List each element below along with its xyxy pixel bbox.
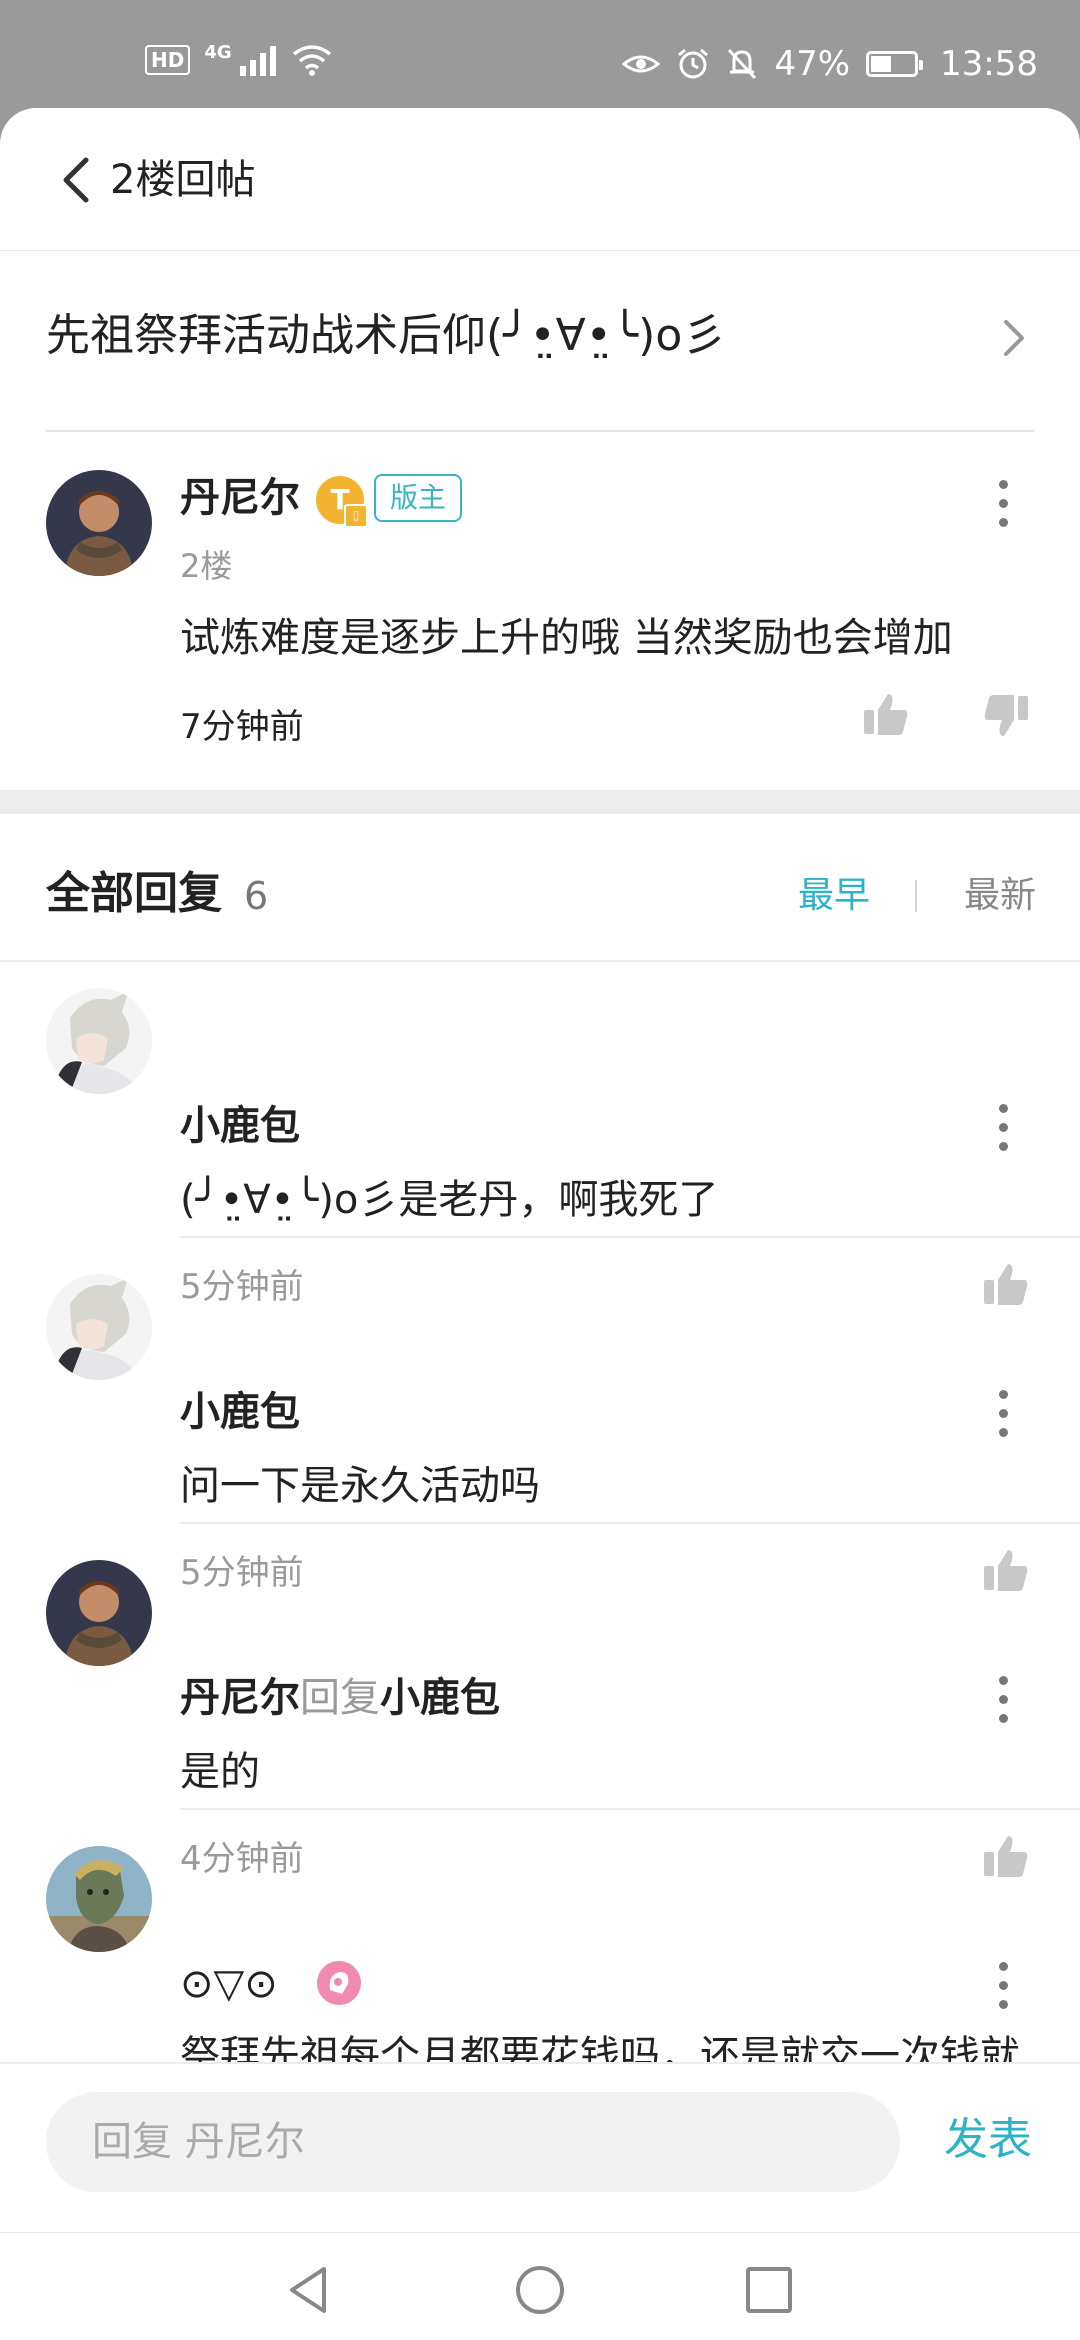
nav-home-icon[interactable] [513, 2263, 567, 2317]
reply-to-name[interactable]: 小鹿包 [380, 1675, 500, 1721]
thread-title: 先祖祭拜活动战术后仰(╯•̤∀•̤╰)o彡 [46, 310, 727, 361]
thumbs-down-icon[interactable] [982, 692, 1030, 740]
replies-title: 全部回复 [46, 868, 222, 919]
floor-label: 2楼 [180, 547, 233, 585]
thread-link[interactable]: 先祖祭拜活动战术后仰(╯•̤∀•̤╰)o彡 [46, 250, 1034, 432]
battery-fill [871, 56, 892, 72]
signal-icon [239, 46, 276, 76]
reply-content: 是的 [180, 1749, 260, 1795]
hd-icon: HD [145, 45, 191, 75]
more-options-icon[interactable] [996, 1390, 1010, 1438]
publish-button[interactable]: 发表 [944, 2110, 1032, 2170]
reply-divider [180, 1808, 1080, 1810]
nav-recents-icon[interactable] [742, 2263, 796, 2317]
reply-author[interactable]: 小鹿包 [180, 1384, 300, 1440]
clock: 13:58 [940, 44, 1038, 84]
post-content: 试炼难度是逐步上升的哦 当然奖励也会增加 [180, 615, 953, 661]
reply-divider [180, 1236, 1080, 1238]
thumbs-up-icon[interactable] [982, 1832, 1030, 1880]
chevron-right-icon [1004, 320, 1024, 356]
replies-header: 全部回复 6 最早 最新 [0, 814, 1080, 962]
thumbs-up-icon[interactable] [982, 1260, 1030, 1308]
battery-icon [866, 51, 924, 77]
eye-comfort-icon [622, 55, 661, 73]
status-bar: HD 4G 47% 13:58 [0, 0, 1080, 108]
reply-input[interactable] [46, 2092, 900, 2192]
avatar[interactable] [46, 1274, 152, 1380]
section-divider [0, 790, 1080, 814]
reply-content: 问一下是永久活动吗 [180, 1463, 540, 1509]
nav-back-icon[interactable] [282, 2263, 336, 2317]
reply-time: 4分钟前 [180, 1839, 304, 1879]
sort-separator [915, 880, 917, 912]
system-nav-bar [0, 2232, 1080, 2340]
avatar[interactable] [46, 1560, 152, 1666]
avatar[interactable] [46, 988, 152, 1094]
reply-detail-sheet: 2楼回帖 先祖祭拜活动战术后仰(╯•̤∀•̤╰)o彡 丹尼尔 T ▯ 版主 2楼 … [0, 108, 1080, 2340]
reply-time: 5分钟前 [180, 1267, 304, 1307]
reply-author-name[interactable]: 丹尼尔 [180, 1675, 300, 1721]
more-options-icon[interactable] [996, 480, 1010, 528]
wifi-icon [292, 45, 331, 76]
reply-bar: 发表 [0, 2062, 1080, 2234]
battery-percent: 47% [774, 44, 851, 84]
more-options-icon[interactable] [996, 1962, 1010, 2010]
sort-earliest-tab[interactable]: 最早 [798, 868, 870, 924]
reply-word: 回复 [300, 1675, 380, 1721]
avatar[interactable] [46, 470, 152, 576]
thumbs-up-icon[interactable] [862, 690, 910, 738]
reply-content: (╯•̤∀•̤╰)o彡是老丹，啊我死了 [180, 1177, 719, 1223]
page-title: 2楼回帖 [110, 157, 256, 203]
more-options-icon[interactable] [996, 1104, 1010, 1152]
network-type: 4G [204, 41, 232, 63]
post-author[interactable]: 丹尼尔 [180, 470, 300, 526]
member-badge-icon [317, 1961, 361, 2005]
sort-latest-tab[interactable]: 最新 [964, 868, 1036, 924]
reply-time: 5分钟前 [180, 1553, 304, 1593]
reply-divider [180, 1522, 1080, 1524]
more-options-icon[interactable] [996, 1676, 1010, 1724]
replies-count: 6 [244, 874, 269, 918]
alarm-icon [678, 48, 709, 79]
reply-author[interactable]: 小鹿包 [180, 1098, 300, 1154]
moderator-badge: 版主 [374, 474, 463, 522]
mute-icon [728, 48, 757, 80]
back-arrow-icon[interactable] [52, 152, 102, 208]
header: 2楼回帖 [0, 108, 1080, 251]
level-badge: T ▯ [316, 476, 368, 528]
post-time: 7分钟前 [180, 707, 304, 747]
avatar[interactable] [46, 1846, 152, 1952]
reply-author[interactable]: 丹尼尔回复小鹿包 [180, 1670, 500, 1726]
thumbs-up-icon[interactable] [982, 1546, 1030, 1594]
reply-author[interactable]: ⊙▽⊙ [180, 1956, 278, 2012]
